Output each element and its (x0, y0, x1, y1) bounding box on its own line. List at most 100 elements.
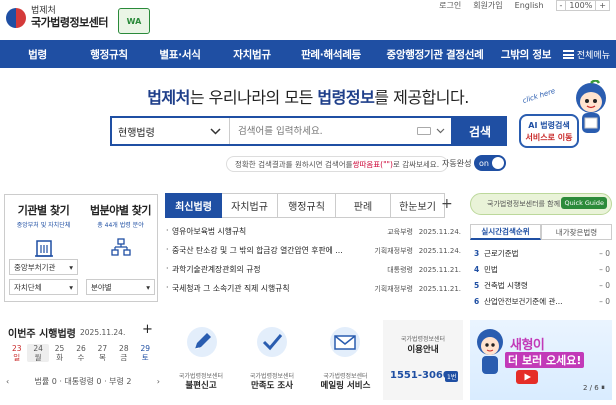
law-date: 2025.11.21. (418, 284, 461, 293)
list-item[interactable]: 국세청과 그 소속기관 직제 시행규칙 기획재정부령 2025.11.21. (166, 279, 461, 298)
more-laws-plus-icon[interactable]: + (441, 196, 453, 212)
nav-item-law[interactable]: 법령 (0, 47, 75, 62)
chevron-down-icon[interactable] (436, 128, 445, 134)
rank-change: – 0 (599, 280, 610, 290)
tab-latest-laws[interactable]: 최신법령 (165, 193, 222, 218)
card-main: 불편신고 (185, 381, 217, 391)
autocomplete-toggle[interactable]: on (474, 155, 506, 171)
login-link[interactable]: 로그인 (439, 0, 461, 11)
mailing-card[interactable]: 국가법령정보센터 메일링 서비스 (308, 320, 383, 400)
web-accessibility-badge: WA (118, 8, 150, 34)
calendar-day[interactable]: 29 토 (135, 344, 156, 362)
law-title: 과학기술관계장관회의 규정 (166, 264, 367, 275)
calendar-day[interactable]: 24 월 (27, 344, 49, 362)
tab-my-laws[interactable]: 내가찾은법령 (541, 224, 612, 240)
report-card[interactable]: 국가법령정보센터 불편신고 (166, 320, 236, 400)
keyboard-icon[interactable] (417, 127, 431, 135)
ai-search-line2: 서비스로 이동 (525, 133, 573, 142)
search-input[interactable] (230, 118, 417, 144)
law-title: 중국산 탄소강 및 그 밖의 합금강 열간압연 후판에 ... (166, 245, 367, 256)
nav-item-forms[interactable]: 별표·서식 (143, 47, 217, 62)
search-scope-value: 현행법령 (118, 127, 155, 139)
signup-link[interactable]: 회원가입 (473, 0, 502, 11)
hero-title-mid: 는 우리나라의 모든 (189, 88, 318, 107)
calendar-day[interactable]: 23 일 (6, 344, 27, 362)
nav-item-agency-decisions[interactable]: 중앙행정기관 결정선례 (375, 47, 495, 62)
english-link[interactable]: English (515, 1, 544, 10)
font-increase-button[interactable]: + (596, 1, 609, 11)
ai-search-button[interactable]: AI 법령검색 서비스로 이동 (519, 114, 579, 148)
field-select-value: 분야별 (91, 282, 112, 292)
tab-overview[interactable]: 한눈보기 (391, 193, 445, 218)
card-small: 국가법령정보센터 (400, 336, 446, 343)
law-dept: 기획재정부령 (374, 246, 413, 255)
list-item[interactable]: 3 근로기준법 – 0 (474, 245, 610, 261)
tab-realtime-ranking[interactable]: 실시간검색순위 (470, 224, 541, 240)
local-gov-select[interactable]: 자치단체 ▾ (9, 279, 78, 295)
mail-icon (330, 327, 360, 357)
finder-panel: 기관별 찾기 중앙부처 및 자치단체 중앙부처기관 ▾ 자치단체 ▾ 법분야별 … (4, 194, 158, 302)
org-main-name: 국가법령정보센터 (31, 16, 108, 29)
list-item[interactable]: 중국산 탄소강 및 그 밖의 합금강 열간압연 후판에 ... 기획재정부령 2… (166, 241, 461, 260)
calendar-day[interactable]: 25 화 (49, 344, 70, 362)
field-finder: 법분야별 찾기 총 44개 법령 분야 분야별 ▾ (82, 195, 159, 301)
font-decrease-button[interactable]: - (557, 1, 566, 11)
list-item[interactable]: 6 산업안전보건기준에 관... – 0 (474, 293, 610, 309)
rank-title: 민법 (484, 264, 498, 274)
agency-finder-sub: 중앙부처 및 자치단체 (16, 222, 71, 229)
search-scope-select[interactable]: 현행법령 (112, 118, 230, 144)
tab-precedents[interactable]: 판례 (336, 193, 391, 218)
chevron-right-icon[interactable]: › (157, 377, 160, 386)
all-menu-button[interactable]: 전체메뉴 (562, 48, 610, 61)
law-title: 국세청과 그 소속기관 직제 시행규칙 (166, 283, 367, 294)
quick-guide-badge: Quick Guide (561, 197, 607, 209)
rank-change: – 0 (599, 264, 610, 274)
search-hint-quotes: 쌍따옴표("") (352, 159, 393, 169)
law-dept: 교육부령 (387, 227, 413, 236)
chevron-left-icon[interactable]: ‹ (6, 377, 9, 386)
list-item[interactable]: 영유아보육법 시행규칙 교육부령 2025.11.24. (166, 222, 461, 241)
calendar-day[interactable]: 26 수 (70, 344, 91, 362)
survey-card[interactable]: 국가법령정보센터 만족도 조사 (236, 320, 308, 400)
mascot-icon (576, 80, 606, 133)
agency-select[interactable]: 중앙부처기관 ▾ (9, 259, 78, 275)
rank-title: 건축법 시행령 (484, 280, 528, 290)
weekly-more-plus-icon[interactable]: + (142, 322, 153, 337)
weekly-laws-title: 이번주 시행법령 (8, 329, 76, 340)
agency-finder: 기관별 찾기 중앙부처 및 자치단체 중앙부처기관 ▾ 자치단체 ▾ (5, 195, 82, 301)
quick-guide-banner[interactable]: 국가법령정보센터를 함께 활용하는 방법 Quick Guide (470, 193, 612, 215)
pencil-icon (187, 327, 217, 357)
help-phone-number: 1551-3060 (390, 370, 450, 381)
card-main: 만족도 조사 (250, 381, 294, 391)
help-phone-card[interactable]: 국가법령정보센터 이용안내 (383, 320, 463, 400)
law-date: 2025.11.24. (418, 227, 461, 236)
law-date: 2025.11.24. (418, 246, 461, 255)
calendar-day[interactable]: 27 목 (92, 344, 113, 362)
hamburger-icon (562, 49, 574, 59)
tab-local-laws[interactable]: 자치법규 (222, 193, 278, 218)
pause-icon[interactable]: ⏸ (601, 383, 605, 393)
site-logo[interactable]: 법제처 국가법령정보센터 (6, 6, 108, 29)
nav-item-precedents[interactable]: 판례·해석례등 (287, 47, 375, 62)
tab-admin-rules[interactable]: 행정규칙 (278, 193, 336, 218)
rank-change: – 0 (599, 296, 610, 306)
main-navigation: 법령 행정규칙 별표·서식 자치법규 판례·해석례등 중앙행정기관 결정선례 그… (0, 40, 616, 68)
search-button[interactable]: 검색 (453, 116, 507, 146)
youtube-icon (516, 370, 538, 384)
font-size-value: 100% (565, 0, 597, 11)
list-item[interactable]: 4 민법 – 0 (474, 261, 610, 277)
nav-item-admin-rules[interactable]: 행정규칙 (75, 47, 143, 62)
calendar-day[interactable]: 28 금 (113, 344, 134, 362)
card-small: 국가법령정보센터 (323, 373, 368, 380)
nav-item-local-laws[interactable]: 자치법규 (217, 47, 287, 62)
search-hint: 정확한 검색결과를 원하시면 검색어를 쌍따옴표("") 로 감싸보세요. (226, 156, 449, 172)
nav-item-other-info[interactable]: 그밖의 정보 (495, 47, 557, 62)
list-item[interactable]: 5 건축법 시행령 – 0 (474, 277, 610, 293)
rank-number: 4 (474, 264, 480, 274)
hierarchy-icon (110, 238, 131, 256)
field-finder-sub: 총 44개 법령 분야 (97, 222, 144, 229)
field-select[interactable]: 분야별 ▾ (86, 279, 155, 295)
autocomplete-label: 자동완성 (442, 159, 472, 168)
list-item[interactable]: 과학기술관계장관회의 규정 대통령령 2025.11.21. (166, 260, 461, 279)
font-size-control: - 100% + (555, 0, 610, 11)
